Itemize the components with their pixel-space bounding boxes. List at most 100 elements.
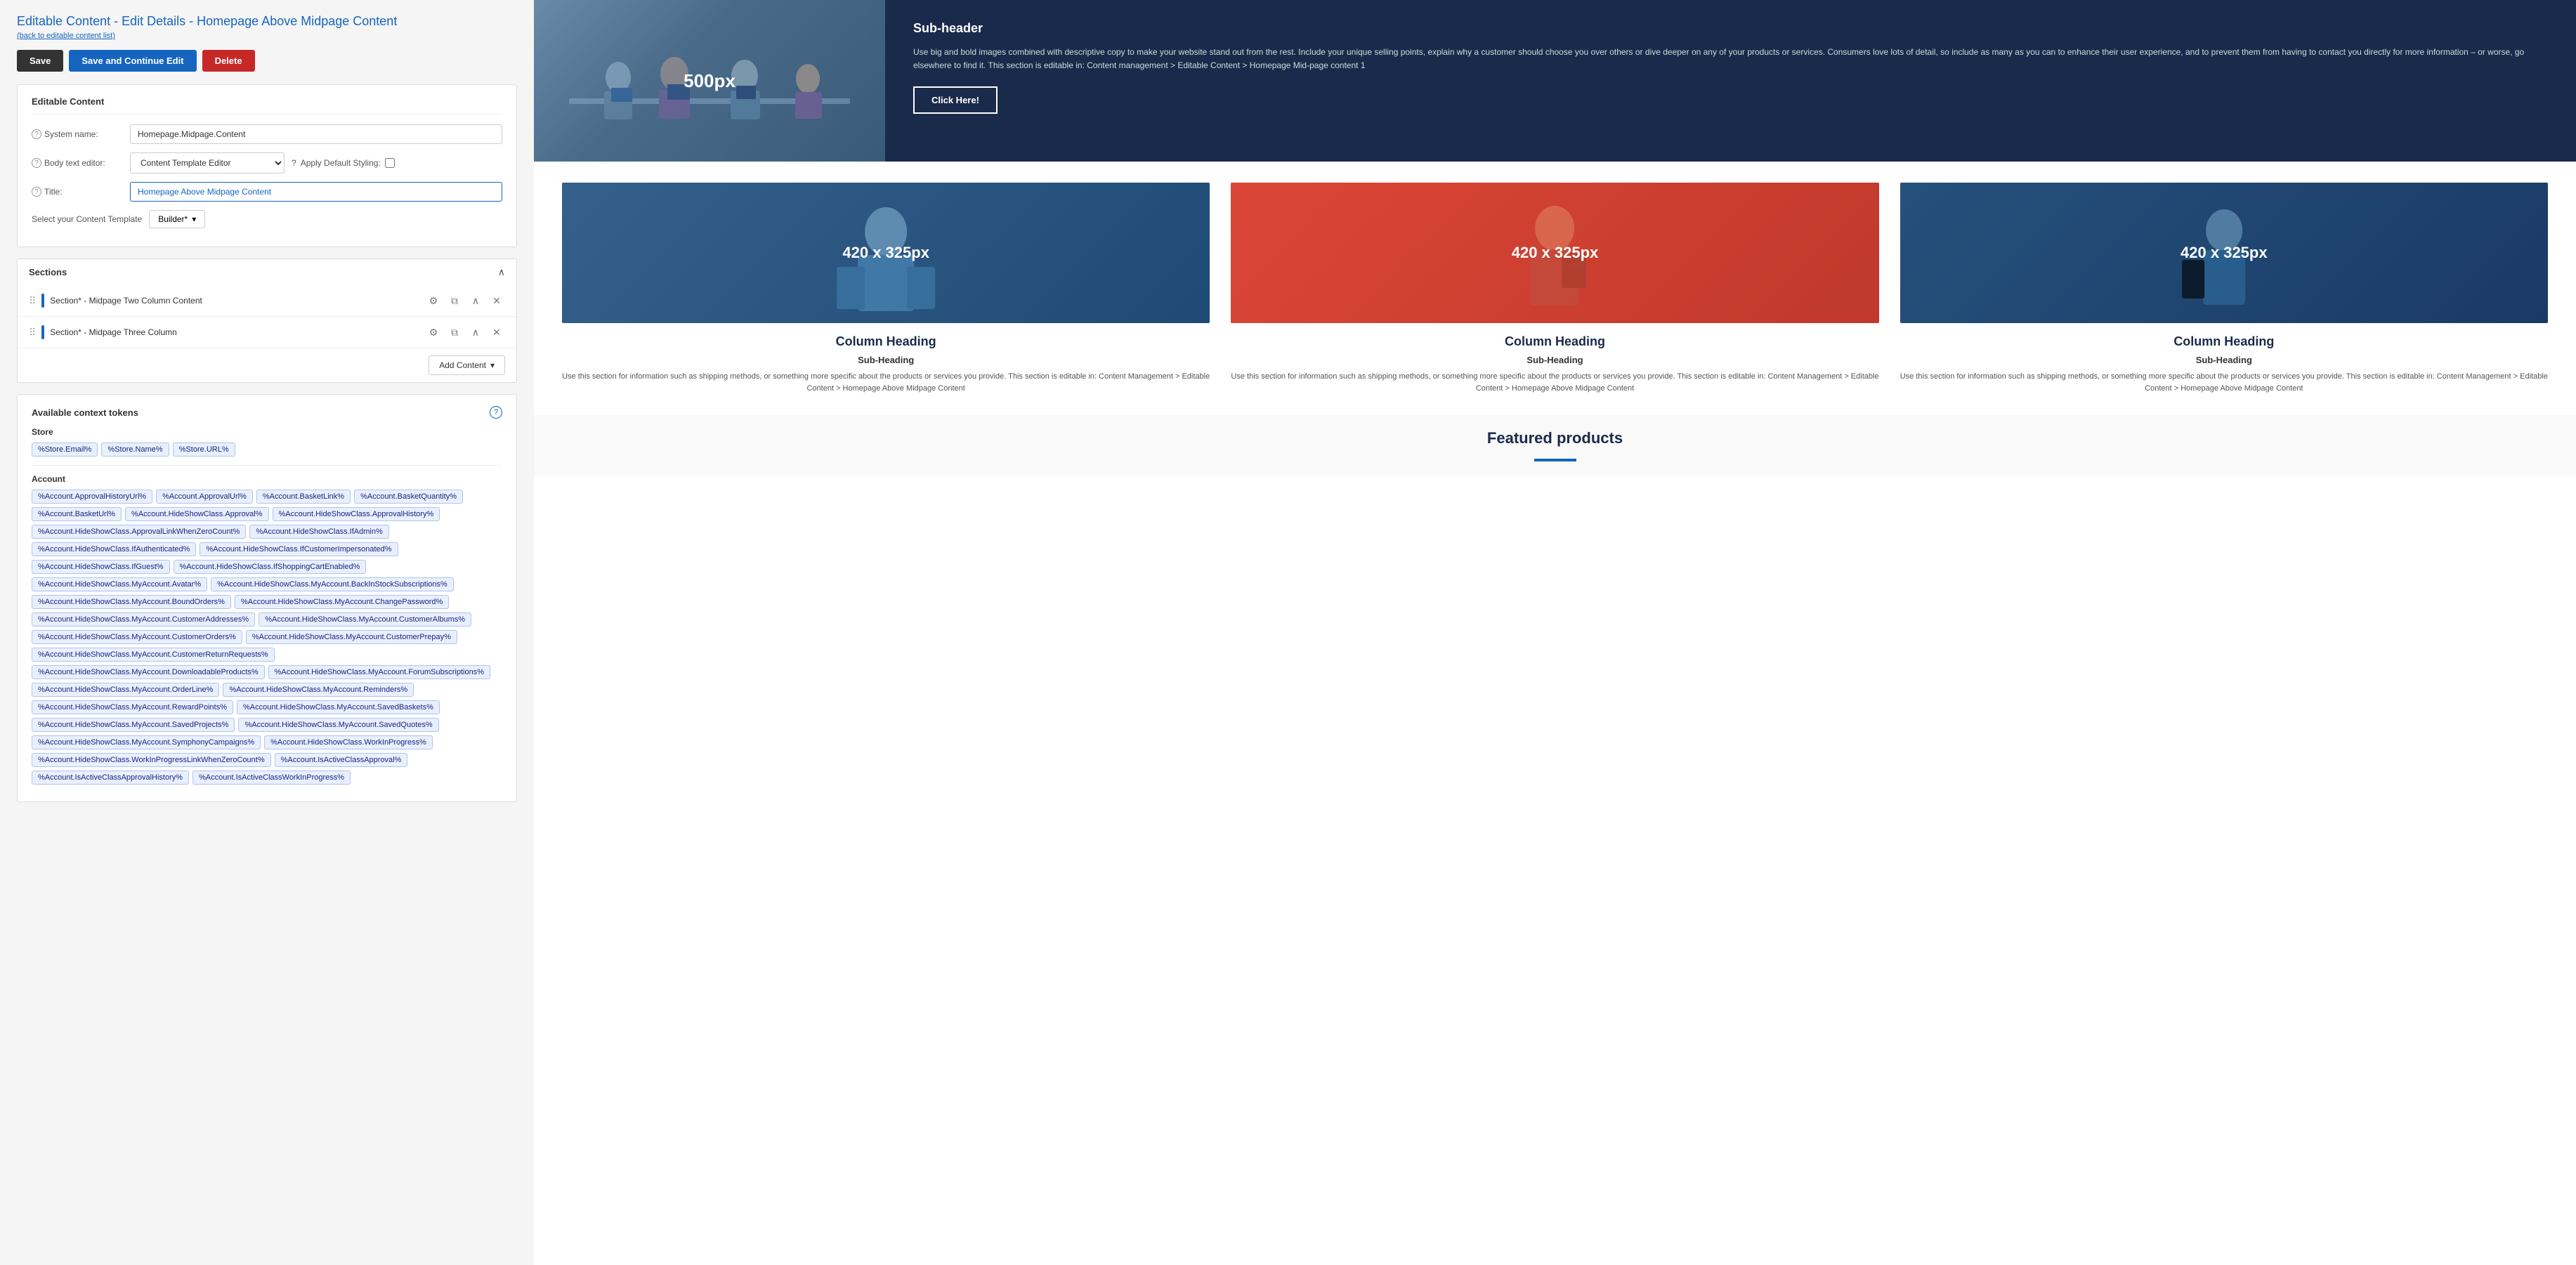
body-editor-row: ? Body text editor: Content Template Edi… [32, 152, 502, 173]
sections-collapse-icon[interactable]: ∧ [498, 266, 505, 278]
section-settings-button[interactable]: ⚙ [425, 292, 442, 309]
section-name: Section* - Midpage Two Column Content [50, 296, 419, 306]
token-tag[interactable]: %Account.IsActiveClassWorkInProgress% [192, 771, 351, 785]
token-tag[interactable]: %Account.HideShowClass.MyAccount.BackInS… [211, 577, 454, 591]
token-tag[interactable]: %Account.HideShowClass.IfAuthenticated% [32, 542, 196, 556]
add-content-row: Add Content ▾ [18, 348, 516, 382]
token-tag[interactable]: %Account.HideShowClass.Approval% [125, 507, 268, 521]
preview-hero-subheader: Sub-header [913, 21, 2548, 36]
token-tag[interactable]: %Account.HideShowClass.MyAccount.Reminde… [223, 683, 414, 697]
system-name-help-icon[interactable]: ? [32, 129, 41, 139]
section-delete-button[interactable]: ✕ [488, 292, 505, 309]
token-tag[interactable]: %Account.HideShowClass.MyAccount.SavedPr… [32, 718, 235, 732]
apply-styling-help-icon[interactable]: ? [292, 158, 296, 168]
token-tag[interactable]: %Account.HideShowClass.MyAccount.Custome… [32, 630, 242, 644]
token-tag[interactable]: %Account.HideShowClass.MyAccount.SavedQu… [238, 718, 438, 732]
token-tag[interactable]: %Account.HideShowClass.IfGuest% [32, 560, 170, 574]
token-tag[interactable]: %Account.HideShowClass.MyAccount.Custome… [259, 612, 471, 627]
token-tag[interactable]: %Account.HideShowClass.ApprovalHistory% [273, 507, 440, 521]
token-tag[interactable]: %Account.HideShowClass.MyAccount.ForumSu… [268, 665, 490, 679]
token-tag[interactable]: %Account.HideShowClass.IfShoppingCartEna… [174, 560, 367, 574]
token-tag[interactable]: %Account.HideShowClass.MyAccount.Custome… [32, 648, 275, 662]
section-item: ⠿ Section* - Midpage Three Column ⚙ ⧉ ∧ … [18, 317, 516, 348]
preview-cols-grid: 420 x 325px Column Heading Sub-Heading U… [562, 183, 2548, 394]
token-tag[interactable]: %Account.HideShowClass.IfCustomerImperso… [200, 542, 398, 556]
sections-header: Sections ∧ [17, 258, 517, 285]
col-1-size-label: 420 x 325px [842, 244, 929, 262]
token-tag[interactable]: %Account.HideShowClass.MyAccount.Custome… [246, 630, 457, 644]
store-tokens: %Store.Email% %Store.Name% %Store.URL% [32, 443, 502, 457]
token-tag[interactable]: %Account.ApprovalHistoryUrl% [32, 490, 152, 504]
apply-styling-checkbox[interactable] [385, 158, 395, 168]
system-name-row: ? System name: [32, 124, 502, 144]
token-tag[interactable]: %Account.HideShowClass.MyAccount.Symphon… [32, 735, 261, 749]
store-group-title: Store [32, 427, 502, 437]
system-name-input[interactable] [130, 124, 502, 144]
section-copy-button[interactable]: ⧉ [446, 292, 463, 309]
drag-icon[interactable]: ⠿ [29, 327, 36, 339]
title-input[interactable] [130, 182, 502, 202]
template-select-button[interactable]: Builder* ▾ [149, 210, 205, 228]
token-tag[interactable]: %Account.HideShowClass.MyAccount.Custome… [32, 612, 255, 627]
col-1-heading: Column Heading [562, 334, 1210, 349]
back-link[interactable]: (back to editable content list) [17, 32, 517, 40]
token-tag[interactable]: %Account.HideShowClass.MyAccount.OrderLi… [32, 683, 219, 697]
tokens-help-icon[interactable]: ? [490, 406, 502, 419]
token-tag[interactable]: %Account.HideShowClass.MyAccount.Avatar% [32, 577, 207, 591]
token-tag[interactable]: %Account.HideShowClass.WorkInProgressLin… [32, 753, 271, 767]
token-tag[interactable]: %Store.Name% [101, 443, 169, 457]
template-row: Select your Content Template Builder* ▾ [32, 210, 502, 228]
section-settings-button[interactable]: ⚙ [425, 324, 442, 341]
token-tag[interactable]: %Account.HideShowClass.MyAccount.RewardP… [32, 700, 233, 714]
token-tag[interactable]: %Account.HideShowClass.IfAdmin% [249, 525, 388, 539]
col-2-subheading: Sub-Heading [1231, 355, 1878, 365]
token-tag[interactable]: %Account.ApprovalUrl% [156, 490, 253, 504]
title-help-icon[interactable]: ? [32, 187, 41, 197]
section-actions: ⚙ ⧉ ∧ ✕ [425, 324, 505, 341]
token-tag[interactable]: %Account.HideShowClass.WorkInProgress% [264, 735, 433, 749]
token-tag[interactable]: %Account.IsActiveClassApproval% [275, 753, 408, 767]
sections-title: Sections [29, 267, 67, 277]
save-continue-button[interactable]: Save and Continue Edit [69, 50, 196, 72]
token-tag[interactable]: %Account.HideShowClass.MyAccount.BoundOr… [32, 595, 231, 609]
featured-title: Featured products [562, 429, 2548, 447]
editable-content-card: Editable Content ? System name: ? Body t… [17, 84, 517, 247]
preview-col-2: 420 x 325px Column Heading Sub-Heading U… [1231, 183, 1878, 394]
apply-styling-label: ? Apply Default Styling: [292, 158, 395, 168]
col-2-size-label: 420 x 325px [1512, 244, 1599, 262]
body-editor-select[interactable]: Content Template Editor [130, 152, 285, 173]
col-3-heading: Column Heading [1900, 334, 2548, 349]
chevron-down-icon: ▾ [192, 214, 196, 224]
token-tag[interactable]: %Store.URL% [173, 443, 235, 457]
token-tag[interactable]: %Account.BasketUrl% [32, 507, 122, 521]
page-title: Editable Content - Edit Details - Homepa… [17, 14, 517, 29]
col-3-subheading: Sub-Heading [1900, 355, 2548, 365]
preview-hero-text: Use big and bold images combined with de… [913, 46, 2548, 72]
section-up-button[interactable]: ∧ [467, 324, 484, 341]
save-button[interactable]: Save [17, 50, 63, 72]
token-tag[interactable]: %Account.HideShowClass.MyAccount.Downloa… [32, 665, 265, 679]
section-delete-button[interactable]: ✕ [488, 324, 505, 341]
section-actions: ⚙ ⧉ ∧ ✕ [425, 292, 505, 309]
col-1-text: Use this section for information such as… [562, 371, 1210, 394]
token-tag[interactable]: %Account.HideShowClass.ApprovalLinkWhenZ… [32, 525, 246, 539]
token-tag[interactable]: %Account.BasketLink% [256, 490, 351, 504]
add-content-button[interactable]: Add Content ▾ [429, 355, 505, 375]
section-copy-button[interactable]: ⧉ [446, 324, 463, 341]
preview-hero-content: Sub-header Use big and bold images combi… [885, 0, 2576, 162]
section-up-button[interactable]: ∧ [467, 292, 484, 309]
section-bar [41, 294, 44, 308]
token-tag[interactable]: %Account.HideShowClass.MyAccount.ChangeP… [235, 595, 449, 609]
drag-icon[interactable]: ⠿ [29, 295, 36, 307]
delete-button[interactable]: Delete [202, 50, 255, 72]
token-tag[interactable]: %Account.BasketQuantity% [354, 490, 463, 504]
col-1-image: 420 x 325px [562, 183, 1210, 323]
card-title: Editable Content [32, 96, 502, 114]
preview-cta-button[interactable]: Click Here! [913, 86, 998, 114]
token-tag[interactable]: %Account.HideShowClass.MyAccount.SavedBa… [237, 700, 440, 714]
token-tag[interactable]: %Account.IsActiveClassApprovalHistory% [32, 771, 189, 785]
tokens-header: Available context tokens ? [32, 406, 502, 419]
title-row: ? Title: [32, 182, 502, 202]
body-editor-help-icon[interactable]: ? [32, 158, 41, 168]
token-tag[interactable]: %Store.Email% [32, 443, 98, 457]
